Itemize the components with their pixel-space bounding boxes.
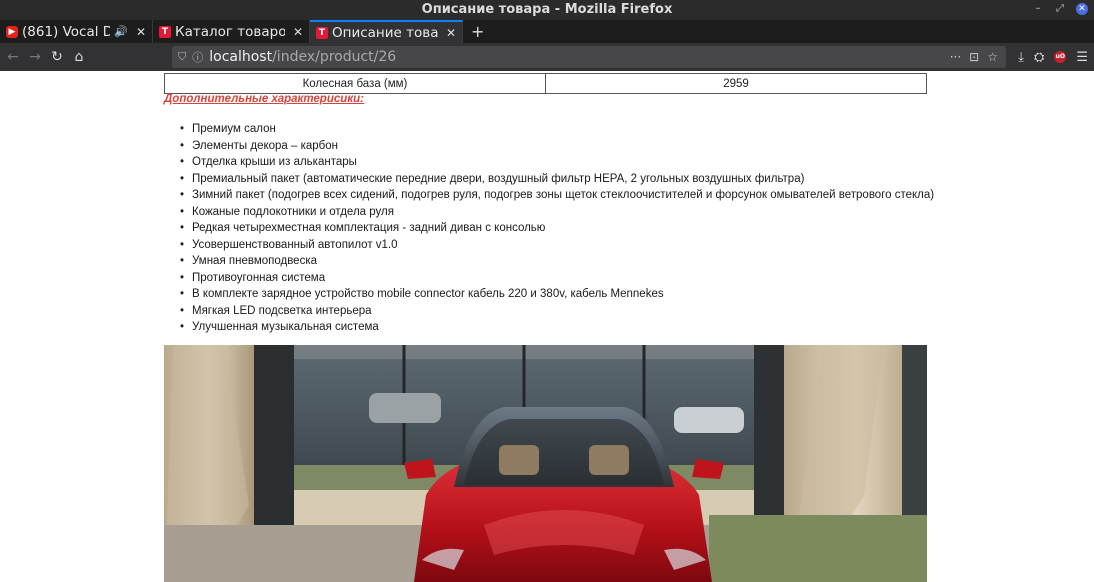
list-item: В комплекте зарядное устройство mobile c…	[180, 286, 934, 303]
close-window-icon[interactable]: ✕	[1076, 3, 1088, 15]
tab-product-description[interactable]: T Описание товара ✕	[310, 20, 463, 43]
page-content: Колесная база (мм) 2959 Дополнительные х…	[0, 71, 1094, 582]
tab-bar: ▶ (861) Vocal Deep 🔊 ✕ T Каталог товаров…	[0, 20, 1094, 43]
url-host: localhost	[209, 49, 273, 65]
tab-label: (861) Vocal Deep	[22, 23, 110, 40]
close-tab-icon[interactable]: ✕	[446, 26, 456, 40]
bookmark-star-icon[interactable]: ☆	[987, 50, 998, 64]
list-item: Умная пневмоподвеска	[180, 253, 934, 270]
minimize-icon[interactable]: –	[1032, 3, 1044, 15]
list-item: Зимний пакет (подогрев всех сидений, под…	[180, 187, 934, 204]
tab-youtube[interactable]: ▶ (861) Vocal Deep 🔊 ✕	[0, 20, 153, 43]
reload-icon[interactable]: ↻	[46, 49, 68, 65]
features-list: Премиум салон Элементы декора – карбон О…	[180, 121, 934, 336]
download-icon[interactable]: ⤓	[1018, 50, 1024, 65]
list-item: Кожаные подлокотники и отдела руля	[180, 204, 934, 221]
close-tab-icon[interactable]: ✕	[136, 25, 146, 39]
shield-icon[interactable]: ⛉	[178, 50, 186, 64]
list-item: Элементы декора – карбон	[180, 138, 934, 155]
list-item: Усовершенствованный автопилот v1.0	[180, 237, 934, 254]
pocket-icon[interactable]: ⊡	[969, 50, 979, 64]
list-item: Противоугонная система	[180, 270, 934, 287]
tab-label: Описание товара	[332, 24, 438, 41]
window-controls: – ⤢ ✕	[1032, 3, 1088, 15]
list-item: Премиальный пакет (автоматические передн…	[180, 171, 934, 188]
table-row: Колесная база (мм) 2959	[164, 73, 927, 94]
car-photo-illustration	[164, 345, 927, 582]
extension-icon[interactable]: ⛭	[1034, 50, 1044, 65]
speaker-icon[interactable]: 🔊	[114, 25, 128, 38]
window-title: Описание товара - Mozilla Firefox	[421, 2, 673, 17]
youtube-icon: ▶	[6, 25, 18, 38]
page-actions-icon[interactable]: ···	[950, 50, 961, 64]
maximize-icon[interactable]: ⤢	[1054, 3, 1066, 15]
new-tab-button[interactable]: +	[463, 20, 492, 43]
tab-catalog[interactable]: T Каталог товаров ✕	[153, 20, 310, 43]
url-actions: ··· ⊡ ☆	[950, 46, 998, 68]
tesla-icon: T	[159, 25, 171, 38]
info-icon[interactable]: ⓘ	[192, 49, 203, 65]
close-tab-icon[interactable]: ✕	[293, 25, 303, 39]
list-item: Мягкая LED подсветка интерьера	[180, 303, 934, 320]
tab-label: Каталог товаров	[175, 23, 285, 40]
list-item: Отделка крыши из алькантары	[180, 154, 934, 171]
product-photo	[164, 345, 927, 582]
spec-table: Колесная база (мм) 2959	[164, 73, 927, 94]
toolbar-right: ⤓ ⛭ uO ☰	[1018, 43, 1088, 71]
list-item: Редкая четырехместная комплектация - зад…	[180, 220, 934, 237]
spec-value: 2959	[545, 73, 927, 94]
spec-label: Колесная база (мм)	[164, 73, 546, 94]
ublock-icon[interactable]: uO	[1054, 51, 1067, 63]
url-path: /index/product/26	[272, 49, 397, 65]
window-titlebar: Описание товара - Mozilla Firefox – ⤢ ✕	[0, 0, 1094, 20]
forward-icon[interactable]: →	[24, 49, 46, 65]
navigation-toolbar: ← → ↻ ⌂ ⛉ ⓘ localhost/index/product/26 ·…	[0, 43, 1094, 71]
tesla-icon: T	[316, 26, 328, 39]
extra-features-heading: Дополнительные характерисики:	[164, 93, 364, 105]
back-icon[interactable]: ←	[2, 49, 24, 65]
home-icon[interactable]: ⌂	[68, 49, 90, 65]
list-item: Премиум салон	[180, 121, 934, 138]
menu-icon[interactable]: ☰	[1076, 50, 1088, 65]
url-bar[interactable]: ⛉ ⓘ localhost/index/product/26 ··· ⊡ ☆	[172, 46, 1006, 68]
list-item: Улучшенная музыкальная система	[180, 319, 934, 336]
